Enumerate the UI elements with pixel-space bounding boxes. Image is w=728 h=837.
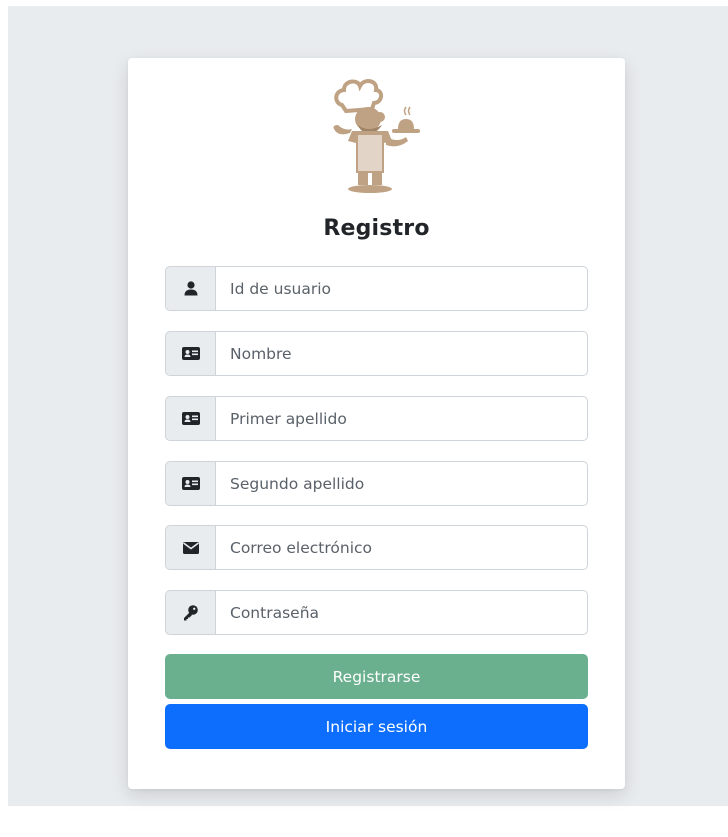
chef-logo-icon <box>328 75 424 195</box>
first-name-field <box>165 331 588 376</box>
id-card-icon <box>165 461 215 506</box>
login-button[interactable]: Iniciar sesión <box>165 704 588 749</box>
first-surname-input[interactable] <box>215 396 588 441</box>
id-card-icon <box>165 396 215 441</box>
envelope-icon <box>165 525 215 570</box>
key-icon <box>165 590 215 635</box>
first-surname-field <box>165 396 588 441</box>
password-input[interactable] <box>215 590 588 635</box>
password-field <box>165 590 588 635</box>
email-field <box>165 525 588 570</box>
page-title: Registro <box>323 216 430 241</box>
user-id-field <box>165 266 588 311</box>
register-card: Registro Id de usuario Nombre Primer ape… <box>128 58 625 789</box>
user-icon <box>165 266 215 311</box>
id-card-icon <box>165 331 215 376</box>
email-input[interactable] <box>215 525 588 570</box>
user-id-input[interactable] <box>215 266 588 311</box>
second-surname-input[interactable] <box>215 461 588 506</box>
second-surname-field <box>165 461 588 506</box>
first-name-input[interactable] <box>215 331 588 376</box>
register-button[interactable]: Registrarse <box>165 654 588 699</box>
